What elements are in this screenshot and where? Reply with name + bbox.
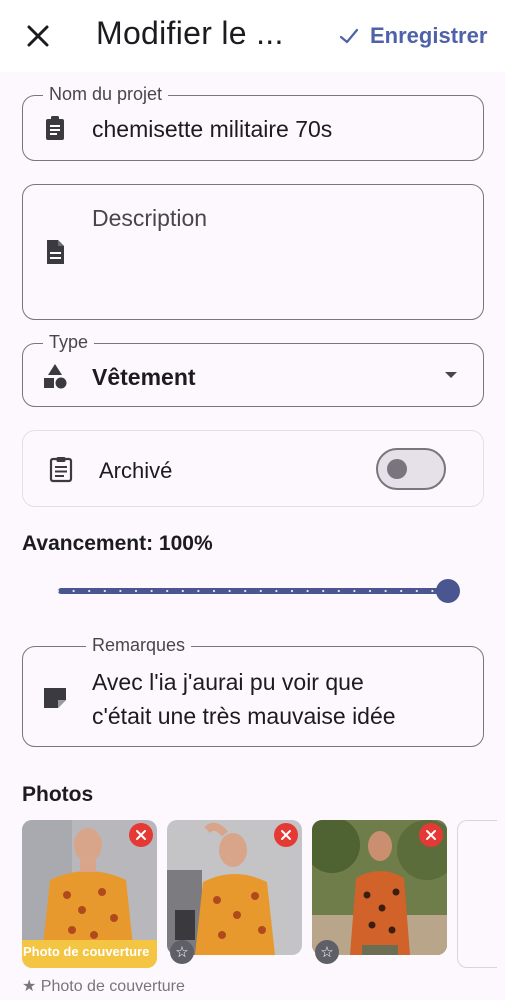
remarks-label: Remarques xyxy=(86,635,192,656)
close-icon xyxy=(136,830,146,840)
remarks-line-2: c'était une très mauvaise idée xyxy=(92,703,396,729)
slider-tick xyxy=(431,589,434,593)
slider-tick xyxy=(322,589,325,593)
delete-photo-button[interactable] xyxy=(274,823,298,847)
slider-tick xyxy=(72,589,75,593)
slider-tick xyxy=(306,589,309,593)
save-button[interactable]: Enregistrer xyxy=(338,20,487,52)
slider-tick xyxy=(119,589,122,593)
slider-tick xyxy=(228,589,231,593)
description-field[interactable]: Description xyxy=(22,184,484,320)
type-dropdown[interactable]: Type Vêtement xyxy=(22,332,484,407)
star-outline-icon: ☆ xyxy=(320,944,334,961)
slider-tick xyxy=(368,589,372,593)
close-button[interactable] xyxy=(22,20,54,52)
photo-thumbnail[interactable] xyxy=(22,820,157,955)
shapes-icon xyxy=(44,364,67,389)
slider-tick xyxy=(384,589,387,593)
progress-slider[interactable] xyxy=(54,577,462,605)
slider-tick xyxy=(337,589,340,593)
slider-tick xyxy=(88,589,91,593)
slider-tick xyxy=(400,589,403,593)
archive-toggle[interactable] xyxy=(376,448,446,490)
dropdown-arrow-icon xyxy=(445,372,457,378)
progress-label: Avancement: 100% xyxy=(22,532,213,555)
add-photo-card[interactable] xyxy=(457,820,497,968)
slider-thumb[interactable] xyxy=(436,579,460,603)
slider-tick xyxy=(150,589,153,593)
project-name-input[interactable]: chemisette militaire 70s xyxy=(92,116,332,143)
document-icon xyxy=(47,240,64,264)
delete-photo-button[interactable] xyxy=(129,823,153,847)
project-name-field[interactable]: Nom du projet chemisette militaire 70s xyxy=(22,84,484,161)
delete-photo-button[interactable] xyxy=(419,823,443,847)
toggle-knob xyxy=(387,459,407,479)
photo-thumbnail[interactable] xyxy=(312,820,447,955)
clipboard-list-icon xyxy=(49,457,73,483)
slider-tick xyxy=(415,589,418,593)
slider-tick xyxy=(244,589,247,593)
set-cover-button[interactable]: ☆ xyxy=(170,940,194,964)
remarks-field[interactable]: Remarques Avec l'ia j'aurai pu voir que … xyxy=(22,635,484,747)
top-app-bar: Modifier le ... Enregistrer xyxy=(0,0,505,72)
set-cover-button[interactable]: ☆ xyxy=(315,940,339,964)
note-icon xyxy=(44,688,66,708)
slider-tick xyxy=(134,589,138,593)
close-icon xyxy=(281,830,291,840)
type-label: Type xyxy=(43,332,95,353)
photos-heading: Photos xyxy=(22,783,94,806)
cover-photo-banner: Photo de couverture xyxy=(22,940,157,968)
slider-active-track xyxy=(58,588,448,594)
slider-tick xyxy=(353,589,356,593)
close-icon xyxy=(426,830,436,840)
star-outline-icon: ☆ xyxy=(175,944,189,961)
archive-label: Archivé xyxy=(99,458,173,483)
clipboard-icon xyxy=(46,116,64,140)
save-label: Enregistrer xyxy=(370,23,488,48)
slider-tick xyxy=(290,589,294,593)
photo-thumbnail[interactable] xyxy=(167,820,302,955)
archive-row: Archivé xyxy=(22,430,484,507)
slider-tick xyxy=(197,589,200,593)
check-icon xyxy=(339,28,359,44)
slider-tick xyxy=(275,589,278,593)
slider-tick xyxy=(166,589,169,593)
slider-tick xyxy=(103,589,106,593)
slider-tick xyxy=(56,589,60,593)
remarks-line-1: Avec l'ia j'aurai pu voir que xyxy=(92,669,364,695)
project-name-label: Nom du projet xyxy=(43,84,169,105)
close-icon xyxy=(27,25,49,47)
slider-tick xyxy=(181,589,184,593)
slider-tick xyxy=(259,589,262,593)
description-placeholder: Description xyxy=(92,205,208,231)
page-title: Modifier le ... xyxy=(96,15,284,51)
slider-tick xyxy=(212,589,216,593)
type-value: Vêtement xyxy=(92,364,196,390)
cover-photo-hint: ★ Photo de couverture xyxy=(22,978,185,995)
